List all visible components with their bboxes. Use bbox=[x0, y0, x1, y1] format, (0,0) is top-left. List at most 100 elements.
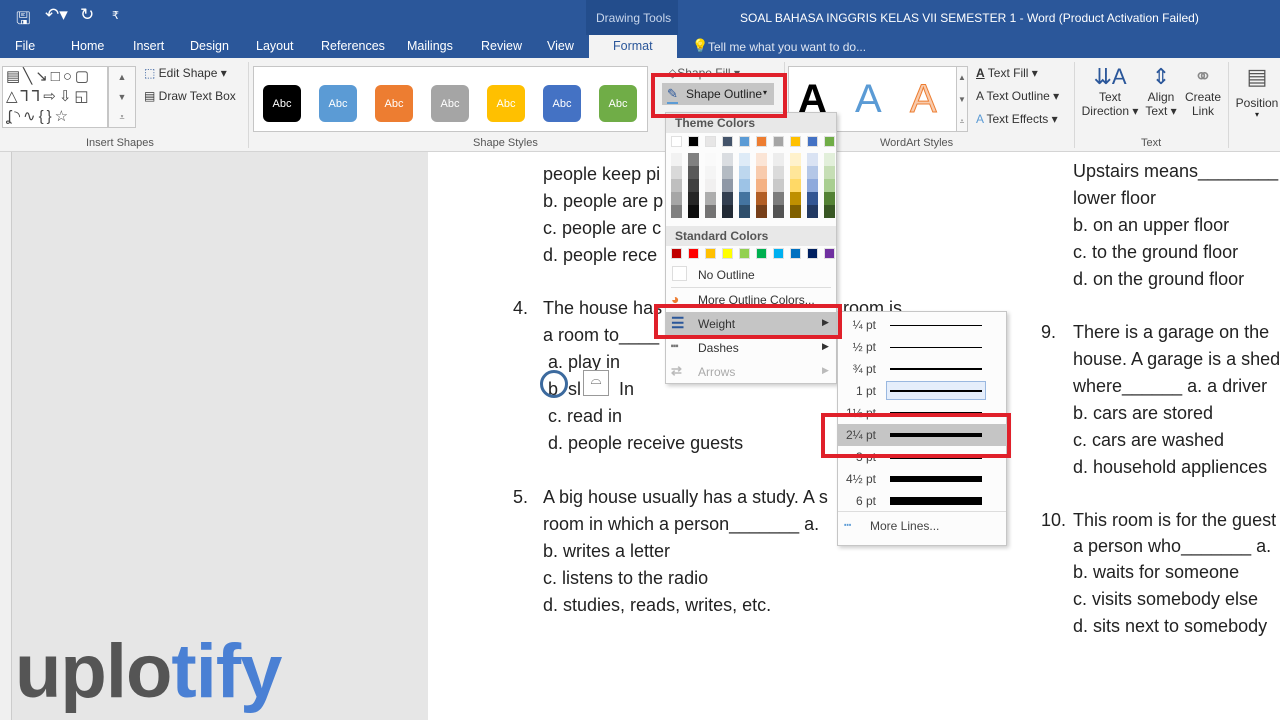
theme-color-swatch[interactable] bbox=[756, 136, 767, 147]
theme-color-shade[interactable] bbox=[739, 205, 750, 218]
theme-color-shade[interactable] bbox=[773, 153, 784, 166]
tab-references[interactable]: References bbox=[321, 39, 385, 53]
tab-layout[interactable]: Layout bbox=[256, 39, 294, 53]
theme-color-shade[interactable] bbox=[807, 192, 818, 205]
theme-color-shade[interactable] bbox=[722, 179, 733, 192]
theme-color-shade[interactable] bbox=[824, 153, 835, 166]
theme-color-shade[interactable] bbox=[773, 179, 784, 192]
tab-insert[interactable]: Insert bbox=[133, 39, 164, 53]
tab-review[interactable]: Review bbox=[481, 39, 522, 53]
standard-color-swatch[interactable] bbox=[739, 248, 750, 259]
shape-style-3[interactable]: Abc bbox=[431, 85, 469, 122]
text-effects-button[interactable]: A Text Effects ▾ bbox=[976, 112, 1058, 126]
redo-icon[interactable]: ↻ bbox=[80, 5, 94, 25]
standard-color-swatch[interactable] bbox=[773, 248, 784, 259]
text-outline-button[interactable]: A Text Outline ▾ bbox=[976, 89, 1059, 103]
shape-style-2[interactable]: Abc bbox=[375, 85, 413, 122]
theme-color-shade[interactable] bbox=[807, 179, 818, 192]
theme-color-shade[interactable] bbox=[790, 192, 801, 205]
tab-format[interactable]: Format bbox=[589, 35, 677, 58]
dashes-item[interactable]: ┅ Dashes ▶ bbox=[666, 336, 836, 360]
shape-style-5[interactable]: Abc bbox=[543, 85, 581, 122]
theme-color-shade[interactable] bbox=[671, 179, 682, 192]
theme-color-shade[interactable] bbox=[705, 205, 716, 218]
shapes-gallery-scroll[interactable]: ▲ ▼ ⩡ bbox=[108, 66, 136, 128]
theme-color-shade[interactable] bbox=[688, 166, 699, 179]
theme-color-shade[interactable] bbox=[790, 166, 801, 179]
edit-shape-button[interactable]: ⬚ Edit Shape ▾ bbox=[144, 66, 227, 80]
theme-color-swatch[interactable] bbox=[705, 136, 716, 147]
circle-shape[interactable] bbox=[540, 370, 568, 398]
theme-color-swatch[interactable] bbox=[790, 136, 801, 147]
theme-color-shade[interactable] bbox=[722, 166, 733, 179]
theme-color-shade[interactable] bbox=[705, 192, 716, 205]
standard-color-swatch[interactable] bbox=[705, 248, 716, 259]
theme-color-shade[interactable] bbox=[671, 205, 682, 218]
theme-color-shade[interactable] bbox=[790, 205, 801, 218]
theme-color-shade[interactable] bbox=[705, 153, 716, 166]
weight-option[interactable]: ¼ pt bbox=[838, 314, 1006, 336]
shape-style-1[interactable]: Abc bbox=[319, 85, 357, 122]
no-outline-item[interactable]: No Outline bbox=[666, 263, 836, 287]
align-text-button[interactable]: ⇕ Align Text ▾ bbox=[1142, 64, 1180, 118]
undo-icon[interactable]: ↶▾ bbox=[45, 5, 68, 25]
theme-color-shade[interactable] bbox=[722, 205, 733, 218]
shapes-gallery[interactable]: ▤╲↘□○▢ △⅂⅂⇨⇩◱ ʆ◝∿{}☆ bbox=[2, 66, 108, 128]
standard-color-swatch[interactable] bbox=[756, 248, 767, 259]
theme-color-shade[interactable] bbox=[824, 205, 835, 218]
theme-color-shade[interactable] bbox=[824, 179, 835, 192]
theme-color-shade[interactable] bbox=[756, 179, 767, 192]
theme-color-shade[interactable] bbox=[722, 153, 733, 166]
shape-style-4[interactable]: Abc bbox=[487, 85, 525, 122]
theme-color-swatch[interactable] bbox=[722, 136, 733, 147]
standard-color-swatch[interactable] bbox=[688, 248, 699, 259]
theme-color-shade[interactable] bbox=[705, 166, 716, 179]
more-lines-item[interactable]: ┅ More Lines... bbox=[838, 515, 1006, 537]
theme-color-swatch[interactable] bbox=[807, 136, 818, 147]
theme-color-shade[interactable] bbox=[756, 192, 767, 205]
theme-color-shade[interactable] bbox=[688, 192, 699, 205]
theme-color-shade[interactable] bbox=[688, 153, 699, 166]
theme-color-shade[interactable] bbox=[756, 166, 767, 179]
weight-option[interactable]: ¾ pt bbox=[838, 358, 1006, 380]
theme-color-shade[interactable] bbox=[671, 153, 682, 166]
theme-color-shade[interactable] bbox=[739, 179, 750, 192]
theme-color-swatch[interactable] bbox=[773, 136, 784, 147]
theme-color-swatch[interactable] bbox=[688, 136, 699, 147]
weight-option[interactable]: 6 pt bbox=[838, 490, 1006, 512]
theme-color-shade[interactable] bbox=[807, 205, 818, 218]
tell-me-input[interactable]: Tell me what you want to do... bbox=[708, 40, 866, 54]
theme-color-shade[interactable] bbox=[705, 179, 716, 192]
weight-option[interactable]: 1 pt bbox=[838, 380, 1006, 402]
standard-color-swatch[interactable] bbox=[807, 248, 818, 259]
wordart-orange[interactable]: A bbox=[910, 77, 938, 122]
standard-color-swatch[interactable] bbox=[671, 248, 682, 259]
standard-color-swatch[interactable] bbox=[790, 248, 801, 259]
shape-style-6[interactable]: Abc bbox=[599, 85, 637, 122]
tab-mailings[interactable]: Mailings bbox=[407, 39, 453, 53]
theme-color-shade[interactable] bbox=[739, 192, 750, 205]
theme-color-shade[interactable] bbox=[671, 166, 682, 179]
theme-color-shade[interactable] bbox=[807, 166, 818, 179]
theme-color-shade[interactable] bbox=[773, 192, 784, 205]
text-direction-button[interactable]: ⇊A Text Direction ▾ bbox=[1080, 64, 1140, 118]
theme-color-shade[interactable] bbox=[688, 205, 699, 218]
save-icon[interactable]: 🖫 bbox=[16, 6, 30, 35]
theme-color-shade[interactable] bbox=[790, 179, 801, 192]
tab-view[interactable]: View bbox=[547, 39, 574, 53]
theme-color-shade[interactable] bbox=[790, 153, 801, 166]
text-fill-button[interactable]: A Text Fill ▾ bbox=[976, 66, 1038, 80]
tab-file[interactable]: File bbox=[15, 39, 35, 53]
tab-design[interactable]: Design bbox=[190, 39, 229, 53]
layout-options-icon[interactable]: ⌓ bbox=[583, 370, 609, 396]
theme-color-shade[interactable] bbox=[688, 179, 699, 192]
theme-color-shade[interactable] bbox=[739, 166, 750, 179]
wordart-scroll[interactable]: ▲ ▼ ⩡ bbox=[956, 66, 968, 132]
weight-option[interactable]: 4½ pt bbox=[838, 468, 1006, 490]
theme-color-shade[interactable] bbox=[824, 166, 835, 179]
theme-color-shade[interactable] bbox=[739, 153, 750, 166]
theme-color-shade[interactable] bbox=[756, 205, 767, 218]
standard-color-swatch[interactable] bbox=[824, 248, 835, 259]
shape-style-0[interactable]: Abc bbox=[263, 85, 301, 122]
theme-color-shade[interactable] bbox=[671, 192, 682, 205]
